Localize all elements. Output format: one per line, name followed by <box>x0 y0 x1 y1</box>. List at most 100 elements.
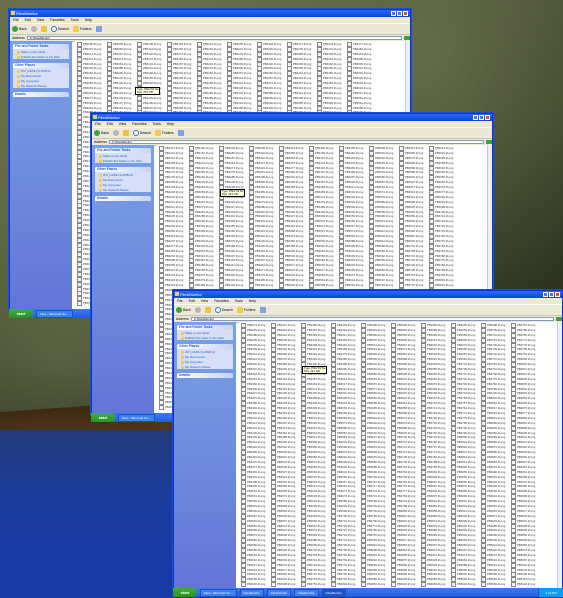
task-pane: File and Folder Tasks Make a new folder … <box>10 41 72 310</box>
place-item[interactable]: My Network Places <box>95 187 151 192</box>
back-arrow-icon <box>176 307 182 313</box>
panel-header[interactable]: Details <box>13 92 69 97</box>
task-item[interactable]: Publish this folder to the Web <box>177 335 233 340</box>
folder-icon <box>11 11 15 15</box>
taskbar-task[interactable]: FilesMonitor <box>239 588 264 597</box>
menu-tools[interactable]: Tools <box>235 298 243 304</box>
menu-edit[interactable]: Edit <box>189 298 195 304</box>
panel-header[interactable]: Details <box>95 196 151 201</box>
maximize-button[interactable] <box>397 11 402 16</box>
window-body: File and Folder Tasks Make a new folder … <box>174 322 562 589</box>
address-field[interactable]: C:\FilesMonitor <box>108 140 484 144</box>
back-button[interactable]: Back <box>94 130 109 136</box>
title-bar[interactable]: FilesMonitor <box>92 114 492 121</box>
explorer-window-3[interactable]: FilesMonitor File Edit View Favorites To… <box>173 290 563 590</box>
taskbar-task[interactable]: Files - Microsoft Ou... <box>200 588 237 597</box>
up-button[interactable] <box>40 26 47 32</box>
file-item[interactable]: PB5069.tif.png <box>481 582 505 587</box>
file-item[interactable]: PB4804.tif.png <box>331 582 355 587</box>
menu-help[interactable]: Help <box>167 121 174 127</box>
file-item[interactable]: PB4963.tif.png <box>421 582 445 587</box>
menu-view[interactable]: View <box>201 298 209 304</box>
menu-file[interactable]: File <box>13 17 19 23</box>
file-item[interactable]: PB5122.tif.png <box>511 582 535 587</box>
place-item[interactable]: My Network Places <box>177 364 233 369</box>
views-button[interactable] <box>95 26 102 32</box>
place-item[interactable]: My Network Places <box>13 83 69 88</box>
file-item[interactable]: PB4645.tif.png <box>241 582 265 587</box>
close-button[interactable] <box>485 115 490 120</box>
address-field[interactable]: C:\FilesMonitor <box>190 317 554 321</box>
close-button[interactable] <box>555 292 560 297</box>
minimize-button[interactable] <box>543 292 548 297</box>
task-item[interactable]: Publish this folder to the Web <box>13 54 69 59</box>
file-item[interactable]: PB4857.tif.png <box>361 582 385 587</box>
file-item[interactable]: PB4910.tif.png <box>391 582 415 587</box>
address-field[interactable]: C:\FilesMonitor <box>26 36 402 40</box>
title-bar[interactable]: FilesMonitor <box>10 10 410 17</box>
address-label: Address <box>176 317 189 321</box>
up-button[interactable] <box>204 307 211 313</box>
back-label: Back <box>19 27 27 31</box>
back-button[interactable]: Back <box>12 26 27 32</box>
views-button[interactable] <box>259 307 266 313</box>
views-icon <box>259 307 266 313</box>
taskbar-task[interactable]: Files - Microsoft Ou... <box>118 413 155 422</box>
file-item[interactable]: PB5016.tif.png <box>451 582 475 587</box>
menu-edit[interactable]: Edit <box>107 121 113 127</box>
file-column: PB4539.tif.png PB4546.tif.png PB4553.tif.p… <box>391 323 415 587</box>
menu-tools[interactable]: Tools <box>71 17 79 23</box>
start-button[interactable]: start <box>173 588 197 597</box>
menu-favorites[interactable]: Favorites <box>50 17 64 23</box>
close-button[interactable] <box>403 11 408 16</box>
go-button[interactable] <box>486 140 492 144</box>
taskbar-task[interactable]: FilesMonitor <box>294 588 319 597</box>
search-button[interactable]: Search <box>132 130 151 136</box>
task-item[interactable]: Publish this folder to the Web <box>95 158 151 163</box>
minimize-button[interactable] <box>391 11 396 16</box>
menu-view[interactable]: View <box>119 121 127 127</box>
title-bar[interactable]: FilesMonitor <box>174 291 562 298</box>
menu-view[interactable]: View <box>37 17 45 23</box>
forward-button[interactable] <box>194 307 201 313</box>
folder-icon <box>175 292 179 296</box>
details-panel: Details <box>177 373 233 378</box>
go-button[interactable] <box>404 36 410 40</box>
file-item[interactable]: PB4698.tif.png <box>271 582 295 587</box>
menu-favorites[interactable]: Favorites <box>132 121 146 127</box>
panel-header[interactable]: Details <box>177 373 233 378</box>
folders-button[interactable]: Folders <box>236 307 256 313</box>
search-button[interactable]: Search <box>214 307 233 313</box>
taskbar-task[interactable]: Files - Microsoft Ou... <box>36 309 73 318</box>
taskbar-task[interactable]: FilesMonitor <box>321 588 346 597</box>
menu-file[interactable]: File <box>95 121 101 127</box>
start-button[interactable]: start <box>91 413 115 422</box>
views-button[interactable] <box>177 130 184 136</box>
forward-button[interactable] <box>112 130 119 136</box>
menu-file[interactable]: File <box>177 298 183 304</box>
forward-button[interactable] <box>30 26 37 32</box>
menu-favorites[interactable]: Favorites <box>214 298 228 304</box>
vertical-scrollbar[interactable] <box>557 322 562 589</box>
go-button[interactable] <box>556 317 562 321</box>
up-button[interactable] <box>122 130 129 136</box>
task-pane: File and Folder Tasks Make a new folder … <box>174 322 236 589</box>
maximize-button[interactable] <box>549 292 554 297</box>
taskbar-task[interactable]: FilesMonitor <box>266 588 292 597</box>
minimize-button[interactable] <box>473 115 478 120</box>
menu-help[interactable]: Help <box>85 17 92 23</box>
menu-edit[interactable]: Edit <box>25 17 31 23</box>
address-label: Address <box>12 36 25 40</box>
folders-button[interactable]: Folders <box>72 26 92 32</box>
file-item[interactable]: PB4751.tif.png <box>301 582 325 587</box>
menu-tools[interactable]: Tools <box>153 121 161 127</box>
system-tray-clock[interactable]: 4:22 PM <box>538 588 563 597</box>
folders-button[interactable]: Folders <box>154 130 174 136</box>
back-button[interactable]: Back <box>176 307 191 313</box>
window-title: FilesMonitor <box>98 115 120 120</box>
file-list[interactable]: PB4274.tif.png PB4281.tif.png PB4288.tif.p… <box>239 322 558 589</box>
menu-help[interactable]: Help <box>249 298 256 304</box>
maximize-button[interactable] <box>479 115 484 120</box>
search-button[interactable]: Search <box>50 26 69 32</box>
start-button[interactable]: start <box>9 309 33 318</box>
